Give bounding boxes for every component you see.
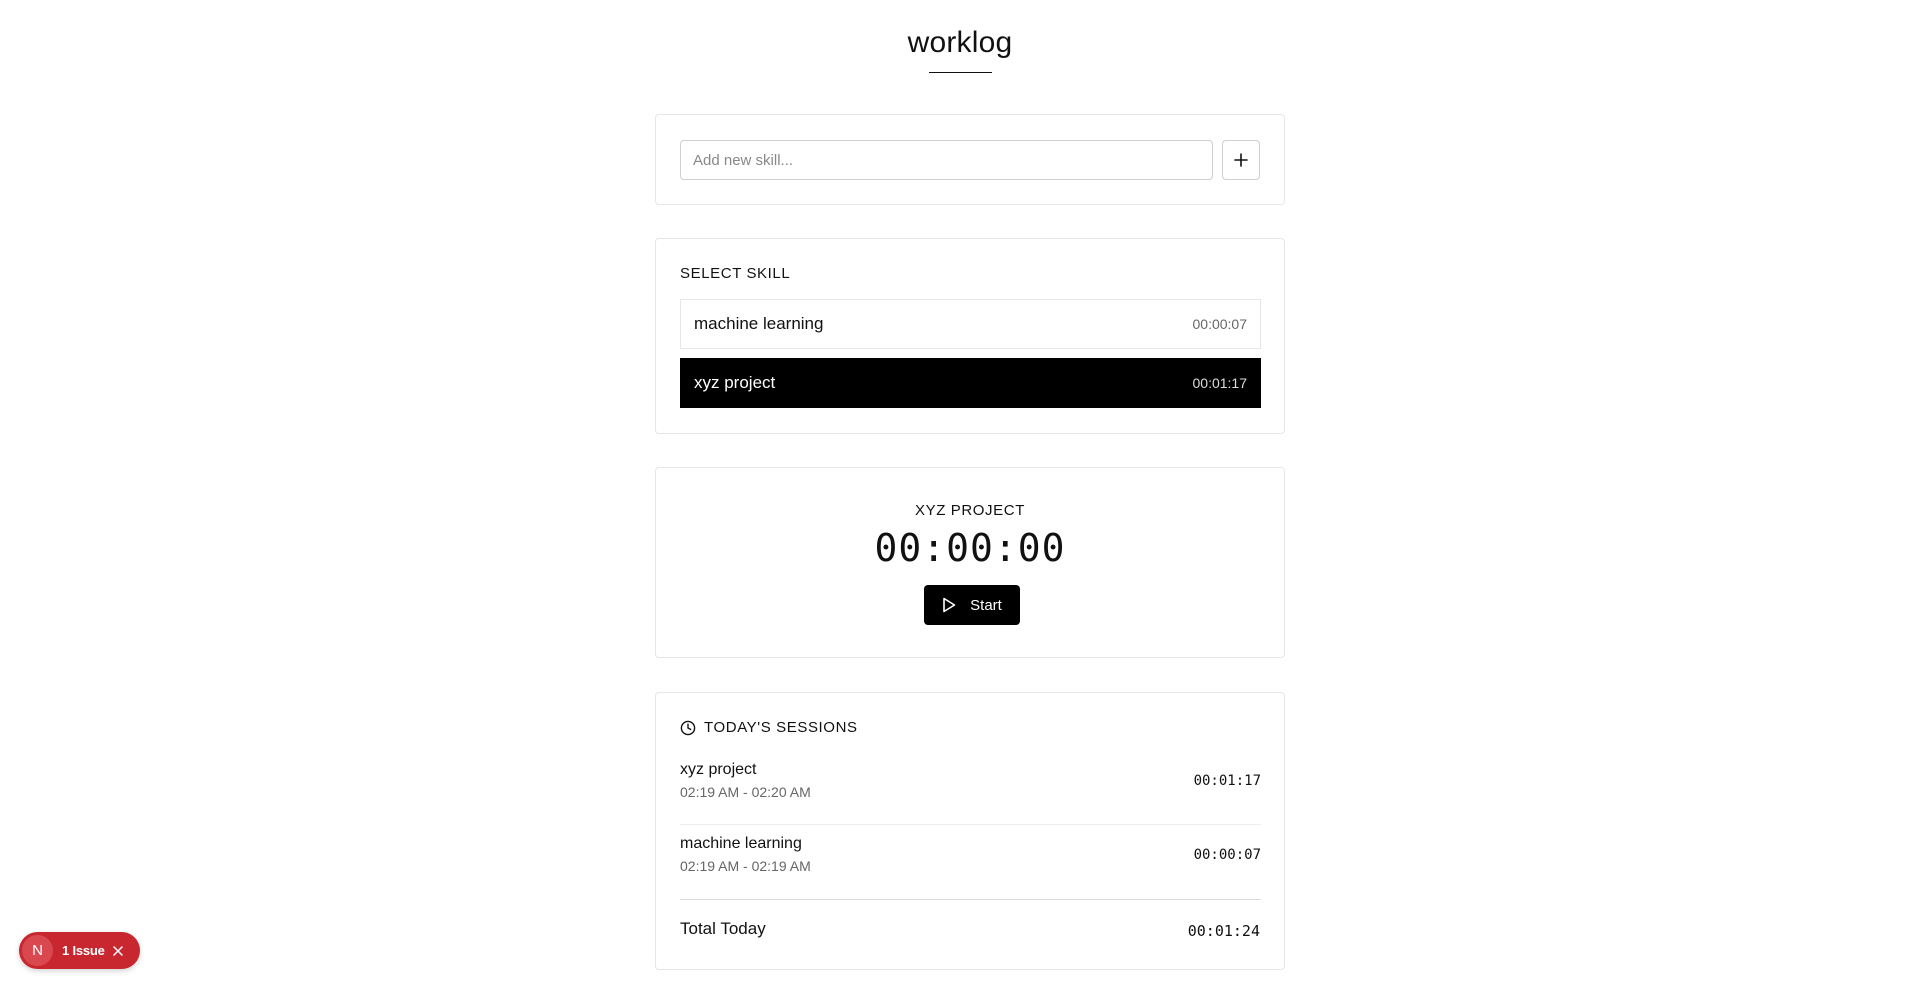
add-skill-input[interactable] [680, 140, 1213, 180]
session-skill-name: machine learning [680, 835, 802, 852]
timer-skill-name: XYZ PROJECT [915, 502, 1025, 519]
issues-badge[interactable]: N 1 Issue [19, 932, 140, 969]
start-button-label: Start [970, 596, 1002, 614]
add-skill-card [655, 114, 1285, 205]
total-today-label: Total Today [680, 919, 766, 938]
select-skill-label: SELECT SKILL [680, 265, 791, 282]
skill-total-time: 00:01:17 [1192, 375, 1248, 391]
select-skill-card: SELECT SKILL machine learning 00:00:07 x… [655, 238, 1285, 434]
play-icon [943, 597, 956, 613]
next-logo-icon: N [22, 935, 53, 966]
total-divider [680, 899, 1261, 900]
add-skill-button[interactable] [1222, 140, 1260, 180]
session-time-range: 02:19 AM - 02:19 AM [680, 858, 811, 874]
clock-icon [680, 720, 696, 735]
total-today-value: 00:01:24 [1187, 922, 1260, 940]
session-duration: 00:00:07 [1193, 847, 1261, 863]
todays-sessions-card: TODAY'S SESSIONS xyz project 02:19 AM - … [655, 692, 1285, 970]
skill-item-machine-learning[interactable]: machine learning 00:00:07 [680, 299, 1261, 349]
session-row: machine learning 02:19 AM - 02:19 AM 00:… [680, 835, 1261, 899]
session-time-range: 02:19 AM - 02:20 AM [680, 784, 811, 800]
session-duration: 00:01:17 [1193, 773, 1261, 789]
timer-card: XYZ PROJECT 00:00:00 Start [655, 467, 1285, 658]
title-underline [928, 72, 992, 73]
session-skill-name: xyz project [680, 761, 757, 778]
skill-name: machine learning [694, 314, 824, 333]
session-row: xyz project 02:19 AM - 02:20 AM 00:01:17 [680, 761, 1261, 825]
sessions-label: TODAY'S SESSIONS [704, 719, 858, 736]
app-title: worklog [907, 26, 1013, 59]
sessions-header: TODAY'S SESSIONS [680, 719, 858, 736]
skill-total-time: 00:00:07 [1192, 316, 1248, 332]
close-icon[interactable] [112, 945, 123, 956]
skill-item-xyz-project[interactable]: xyz project 00:01:17 [680, 358, 1261, 408]
start-button[interactable]: Start [924, 585, 1020, 625]
issue-count-label: 1 Issue [62, 943, 105, 958]
timer-display: 00:00:00 [874, 526, 1066, 570]
plus-icon [1234, 153, 1248, 167]
skill-name: xyz project [694, 373, 776, 392]
header: worklog [0, 26, 1920, 73]
